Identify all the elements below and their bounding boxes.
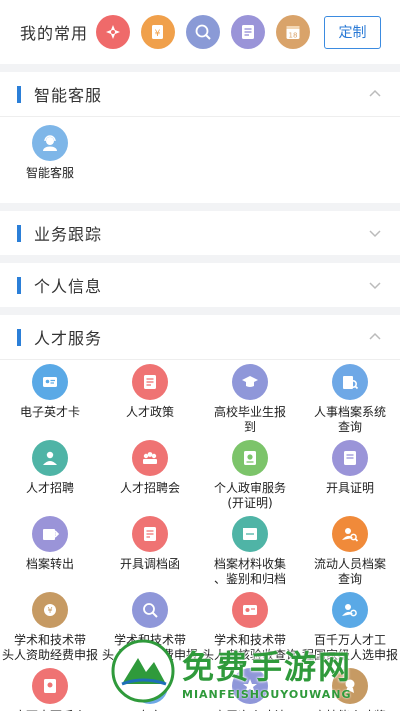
service-item-funding[interactable]: ¥ 学术和技术带 头人资助经费申报 <box>0 588 100 664</box>
talent-service-header[interactable]: 人才服务 <box>0 315 400 359</box>
favorites-label: 我的常用 <box>20 24 89 43</box>
id-card-icon <box>32 364 68 400</box>
service-item-file-collect[interactable]: 档案材料收集 、鉴别和归档 <box>200 512 300 588</box>
service-label: 智能客服 <box>25 166 74 180</box>
service-label: 流动人员档案 查询 <box>313 557 386 586</box>
svg-text:¥: ¥ <box>47 606 52 615</box>
agent-icon <box>32 125 68 161</box>
skill-award-icon <box>332 668 368 704</box>
service-label: 电子英才卡 <box>19 405 80 419</box>
service-item-talent-search[interactable]: 百千万人才工 程国家级人选申报 <box>300 588 400 664</box>
chevron-down-icon <box>369 230 381 238</box>
business-tracking-header[interactable]: 业务跟踪 <box>0 211 400 255</box>
section-marker <box>17 224 21 242</box>
business-tracking-section: 业务跟踪 <box>0 211 400 255</box>
expert-icon <box>132 668 168 704</box>
service-item-talent-level[interactable]: 广西十百千人 才工程第二层次人 <box>0 664 100 711</box>
service-item-smart-agent[interactable]: 智能客服 <box>10 121 90 197</box>
service-item-document[interactable]: 开具证明 <box>300 436 400 512</box>
service-item-policy[interactable]: 人才政策 <box>100 360 200 436</box>
chevron-up-icon <box>369 89 381 97</box>
assessment-icon <box>232 592 268 628</box>
calendar-day: 18 <box>289 32 298 40</box>
service-item-letter[interactable]: 开具调档函 <box>100 512 200 588</box>
service-item-job-fair[interactable]: 人才招聘会 <box>100 436 200 512</box>
smart-service-body: 智能客服 <box>0 116 400 203</box>
service-item-id-card[interactable]: 电子英才卡 <box>0 360 100 436</box>
svg-text:¥: ¥ <box>155 29 161 39</box>
service-item-graduate[interactable]: 高校毕业生报 到 <box>200 360 300 436</box>
service-item-expert[interactable]: 专家 申报查询 <box>100 664 200 711</box>
talent-service-grid: 电子英才卡 人才政策 高校毕业生报 到人事档案系统 查询人才招聘 人才招聘会 个人政审服… <box>0 360 400 711</box>
calendar-favorite-icon[interactable]: 18 <box>276 15 310 49</box>
transfer-icon <box>32 516 68 552</box>
service-label: 人才招聘会 <box>119 481 180 495</box>
section-title: 业务跟踪 <box>34 225 103 244</box>
service-label: 个人政审服务 (开证明) <box>213 481 286 510</box>
graduate-icon <box>232 364 268 400</box>
talent-card-favorite-icon[interactable] <box>96 15 130 49</box>
talent-level-icon <box>32 668 68 704</box>
smart-service-header[interactable]: 智能客服 <box>0 72 400 116</box>
favorites-icons: ¥ 18 <box>96 15 324 49</box>
service-label: 人才政策 <box>125 405 174 419</box>
service-item-high-talent[interactable]: 高层次人才认 定申请 <box>200 664 300 711</box>
recruit-icon <box>32 440 68 476</box>
personal-info-header[interactable]: 个人信息 <box>0 263 400 307</box>
service-item-skill-award[interactable]: 高技能人才奖 励 <box>300 664 400 711</box>
personal-info-section: 个人信息 <box>0 263 400 307</box>
service-item-recruit[interactable]: 人才招聘 <box>0 436 100 512</box>
high-talent-icon <box>232 668 268 704</box>
section-title: 人才服务 <box>34 329 103 348</box>
talent-search-icon <box>332 592 368 628</box>
section-marker <box>17 85 21 103</box>
service-label: 人事档案系统 查询 <box>313 405 386 434</box>
talent-service-body: 电子英才卡 人才政策 高校毕业生报 到人事档案系统 查询人才招聘 人才招聘会 个人政审服… <box>0 359 400 711</box>
person-search-icon <box>332 516 368 552</box>
service-label: 开具证明 <box>325 481 374 495</box>
service-label: 百千万人才工 程国家级人选申报 <box>302 633 399 662</box>
favorites-bar: 我的常用 ¥ 18 定制 <box>0 0 400 64</box>
service-item-funding-search[interactable]: 学术和技术带 头人资助经费申报 <box>100 588 200 664</box>
section-title: 个人信息 <box>34 277 103 296</box>
service-label: 高校毕业生报 到 <box>213 405 286 434</box>
search-favorite-icon[interactable] <box>186 15 220 49</box>
service-item-assessment[interactable]: 学术和技术带 头人考核验收查询 <box>200 588 300 664</box>
job-fair-icon <box>132 440 168 476</box>
archive-search-icon <box>332 364 368 400</box>
service-label: 学术和技术带 头人考核验收查询 <box>202 633 299 662</box>
service-label: 学术和技术带 头人资助经费申报 <box>2 633 99 662</box>
section-title: 智能客服 <box>34 86 103 105</box>
file-collect-icon <box>232 516 268 552</box>
policy-icon <box>132 364 168 400</box>
section-marker <box>17 276 21 294</box>
letter-icon <box>132 516 168 552</box>
certificate-icon <box>232 440 268 476</box>
service-label: 档案材料收集 、鉴别和归档 <box>213 557 286 586</box>
money-favorite-icon[interactable]: ¥ <box>141 15 175 49</box>
service-label: 学术和技术带 头人资助经费申报 <box>102 633 199 662</box>
service-item-transfer[interactable]: 档案转出 <box>0 512 100 588</box>
funding-search-icon <box>132 592 168 628</box>
funding-icon: ¥ <box>32 592 68 628</box>
talent-service-section: 人才服务 电子英才卡 人才政策 高校毕业生报 到人事档案系统 查询人才招聘 人才招聘会… <box>0 315 400 711</box>
service-item-person-search[interactable]: 流动人员档案 查询 <box>300 512 400 588</box>
service-label: 人才招聘 <box>25 481 74 495</box>
section-marker <box>17 328 21 346</box>
customize-button[interactable]: 定制 <box>324 15 381 49</box>
service-item-certificate[interactable]: 个人政审服务 (开证明) <box>200 436 300 512</box>
smart-service-section: 智能客服 智能客服 <box>0 72 400 203</box>
chevron-up-icon <box>369 332 381 340</box>
document-icon <box>332 440 368 476</box>
service-item-archive-search[interactable]: 人事档案系统 查询 <box>300 360 400 436</box>
service-label: 档案转出 <box>25 557 74 571</box>
form-favorite-icon[interactable] <box>231 15 265 49</box>
chevron-down-icon <box>369 282 381 290</box>
service-label: 开具调档函 <box>119 557 180 571</box>
